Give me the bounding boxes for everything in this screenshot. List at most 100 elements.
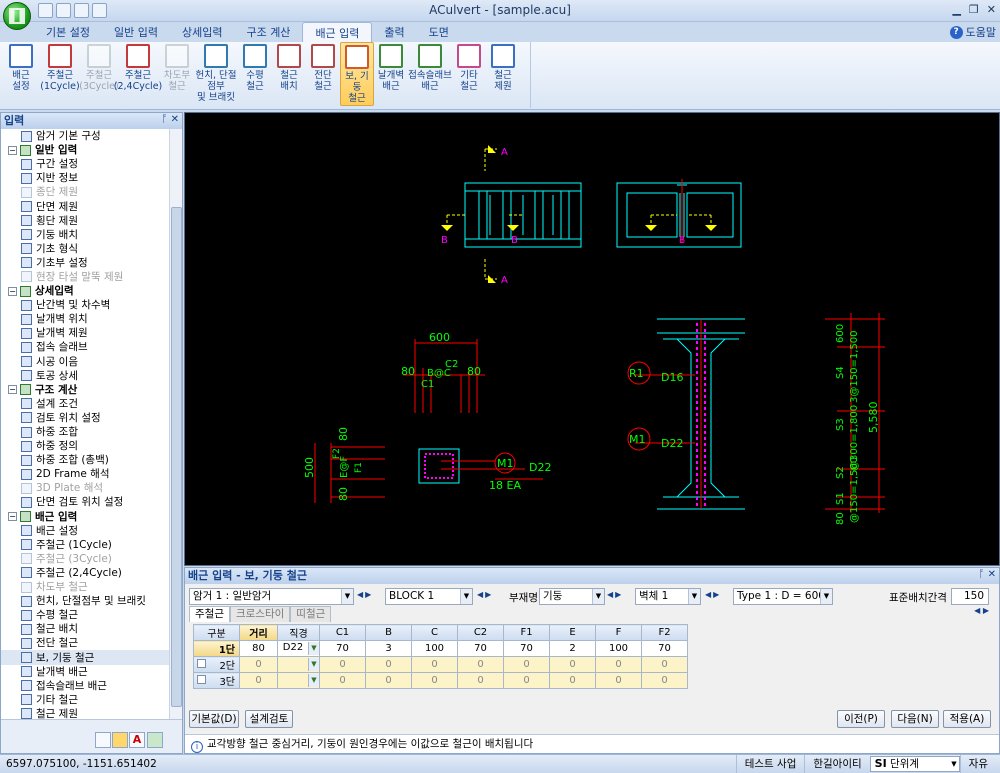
dropdown-arrow-icon[interactable]: ▼: [308, 674, 319, 687]
tree-item[interactable]: 단면 검토 위치 설정: [1, 495, 169, 509]
ribbon-button-1[interactable]: 주철근 (1Cycle): [38, 42, 82, 106]
ribbon-button-12[interactable]: 기타 철근: [452, 42, 486, 106]
tree-item[interactable]: − 상세입력: [1, 284, 169, 298]
save-icon[interactable]: [74, 3, 89, 18]
tree-item[interactable]: 배근 설정: [1, 524, 169, 538]
tree-item[interactable]: 주철근 (2,4Cycle): [1, 566, 169, 580]
grid-cell[interactable]: 0: [503, 656, 550, 673]
tree-item[interactable]: 기타 철근: [1, 693, 169, 707]
grid-cell[interactable]: 0: [319, 672, 366, 689]
grid-cell[interactable]: 2: [549, 640, 596, 657]
tree-item[interactable]: 검토 위치 설정: [1, 411, 169, 425]
panel-pin-icon[interactable]: ᚩ ✕: [161, 114, 179, 125]
ribbon-button-10[interactable]: 날개벽 배근: [374, 42, 408, 106]
member-select[interactable]: 기둥 ▼: [539, 588, 605, 605]
open-folder-icon[interactable]: [56, 3, 71, 18]
row-checkbox[interactable]: [197, 659, 206, 668]
ribbon-button-0[interactable]: 배근 설정: [4, 42, 38, 106]
mode-indicator[interactable]: 자유: [959, 755, 996, 773]
subtab-scroll-arrows[interactable]: ◀ ▶: [974, 606, 989, 615]
edit-icon[interactable]: [92, 3, 107, 18]
grid-cell[interactable]: 70: [457, 640, 504, 657]
grid-cell[interactable]: 0: [457, 656, 504, 673]
prev-button[interactable]: 이전(P): [837, 710, 885, 728]
grid-cell[interactable]: 0: [641, 656, 688, 673]
tree-item[interactable]: 날개벽 위치: [1, 312, 169, 326]
tab-3[interactable]: 구조 계산: [234, 22, 302, 42]
subtab-0[interactable]: 주철근: [189, 606, 230, 622]
grid-cell[interactable]: ▼: [277, 672, 320, 689]
grid-cell[interactable]: 0: [595, 672, 642, 689]
restore-icon[interactable]: ❐: [969, 3, 979, 16]
tab-1[interactable]: 일반 입력: [102, 22, 170, 42]
ribbon-button-9[interactable]: 보, 기둥 철근: [340, 42, 374, 106]
tree-item[interactable]: 하중 조합: [1, 425, 169, 439]
grid-cell[interactable]: 0: [319, 656, 366, 673]
dropdown-arrow-icon[interactable]: ▼: [308, 658, 319, 671]
tab-4[interactable]: 배근 입력: [302, 22, 373, 42]
grid-cell[interactable]: D22 ▼: [277, 640, 320, 657]
ribbon-button-4[interactable]: 차도부 철근: [160, 42, 194, 106]
collapse-icon[interactable]: −: [8, 512, 17, 522]
tree-item[interactable]: 날개벽 배근: [1, 665, 169, 679]
tree-item[interactable]: 헌치, 단절점부 및 브래킷: [1, 594, 169, 608]
grid-cell[interactable]: 0: [595, 656, 642, 673]
tree-item[interactable]: 단면 제원: [1, 199, 169, 213]
list-view-icon[interactable]: [112, 732, 128, 748]
tree-item[interactable]: 날개벽 제원: [1, 326, 169, 340]
dropdown-arrow-icon[interactable]: ▼: [308, 642, 319, 655]
tree-scrollbar[interactable]: [169, 129, 182, 719]
apply-button[interactable]: 적용(A): [943, 710, 991, 728]
tree-item[interactable]: − 구조 계산: [1, 383, 169, 397]
collapse-icon[interactable]: −: [8, 385, 17, 395]
tree-item[interactable]: 하중 조합 (총백): [1, 453, 169, 467]
grid-cell[interactable]: 100: [411, 640, 458, 657]
ribbon-button-7[interactable]: 철근 배치: [272, 42, 306, 106]
collapse-icon[interactable]: −: [8, 145, 17, 155]
panel-pin-icon[interactable]: ᚩ ✕: [978, 569, 996, 580]
tree-view-icon[interactable]: [95, 732, 111, 748]
grid-cell[interactable]: 3: [365, 640, 412, 657]
collapse-icon[interactable]: −: [8, 286, 17, 296]
scroll-thumb[interactable]: [171, 207, 182, 707]
tree-item[interactable]: 지반 정보: [1, 171, 169, 185]
grid-cell[interactable]: 70: [503, 640, 550, 657]
next-button[interactable]: 다음(N): [891, 710, 939, 728]
tree-item[interactable]: 암거 기본 구성: [1, 129, 169, 143]
subtab-2[interactable]: 띠철근: [290, 606, 332, 622]
tree-item[interactable]: − 일반 입력: [1, 143, 169, 157]
tab-6[interactable]: 도면: [417, 22, 461, 42]
spacing-input[interactable]: 150: [951, 588, 989, 605]
unit-system-select[interactable]: SI 단위계 ▼: [869, 756, 960, 772]
grid-cell[interactable]: 80: [239, 640, 278, 657]
ribbon-button-3[interactable]: 주철근 (2,4Cycle): [114, 42, 162, 106]
wall-select[interactable]: 벽체 1 ▼: [635, 588, 701, 605]
font-icon[interactable]: A: [129, 732, 145, 748]
close-icon[interactable]: ✕: [987, 3, 996, 16]
grid-cell[interactable]: 0: [365, 672, 412, 689]
tree-item[interactable]: 하중 정의: [1, 439, 169, 453]
grid-cell[interactable]: 0: [239, 656, 278, 673]
tree-item[interactable]: 구간 설정: [1, 157, 169, 171]
grid-cell[interactable]: 0: [457, 672, 504, 689]
grid-cell[interactable]: 0: [239, 672, 278, 689]
ribbon-button-5[interactable]: 헌치, 단절점부 및 브래킷: [194, 42, 238, 106]
grid-cell[interactable]: 0: [411, 656, 458, 673]
tab-5[interactable]: 출력: [372, 22, 416, 42]
grid-cell[interactable]: 0: [549, 672, 596, 689]
tree-item[interactable]: 수평 철근: [1, 608, 169, 622]
grid-cell[interactable]: 100: [595, 640, 642, 657]
tree-item[interactable]: 시공 이음: [1, 355, 169, 369]
tree-item[interactable]: 철근 배치: [1, 622, 169, 636]
tree-item[interactable]: 2D Frame 해석: [1, 467, 169, 481]
ribbon-button-2[interactable]: 주철근 (3Cycle): [79, 42, 119, 106]
grid-cell[interactable]: 70: [319, 640, 366, 657]
help-button[interactable]: ? 도움말: [949, 24, 996, 40]
app-menu-button[interactable]: [3, 2, 31, 30]
grid-cell[interactable]: 0: [411, 672, 458, 689]
wall-nav-arrows[interactable]: ◀▶: [705, 590, 721, 599]
block-select[interactable]: BLOCK 1 ▼: [385, 588, 473, 605]
tree-item[interactable]: 기초 형식: [1, 242, 169, 256]
ribbon-button-8[interactable]: 전단 철근: [306, 42, 340, 106]
default-button[interactable]: 기본값(D): [189, 710, 239, 728]
